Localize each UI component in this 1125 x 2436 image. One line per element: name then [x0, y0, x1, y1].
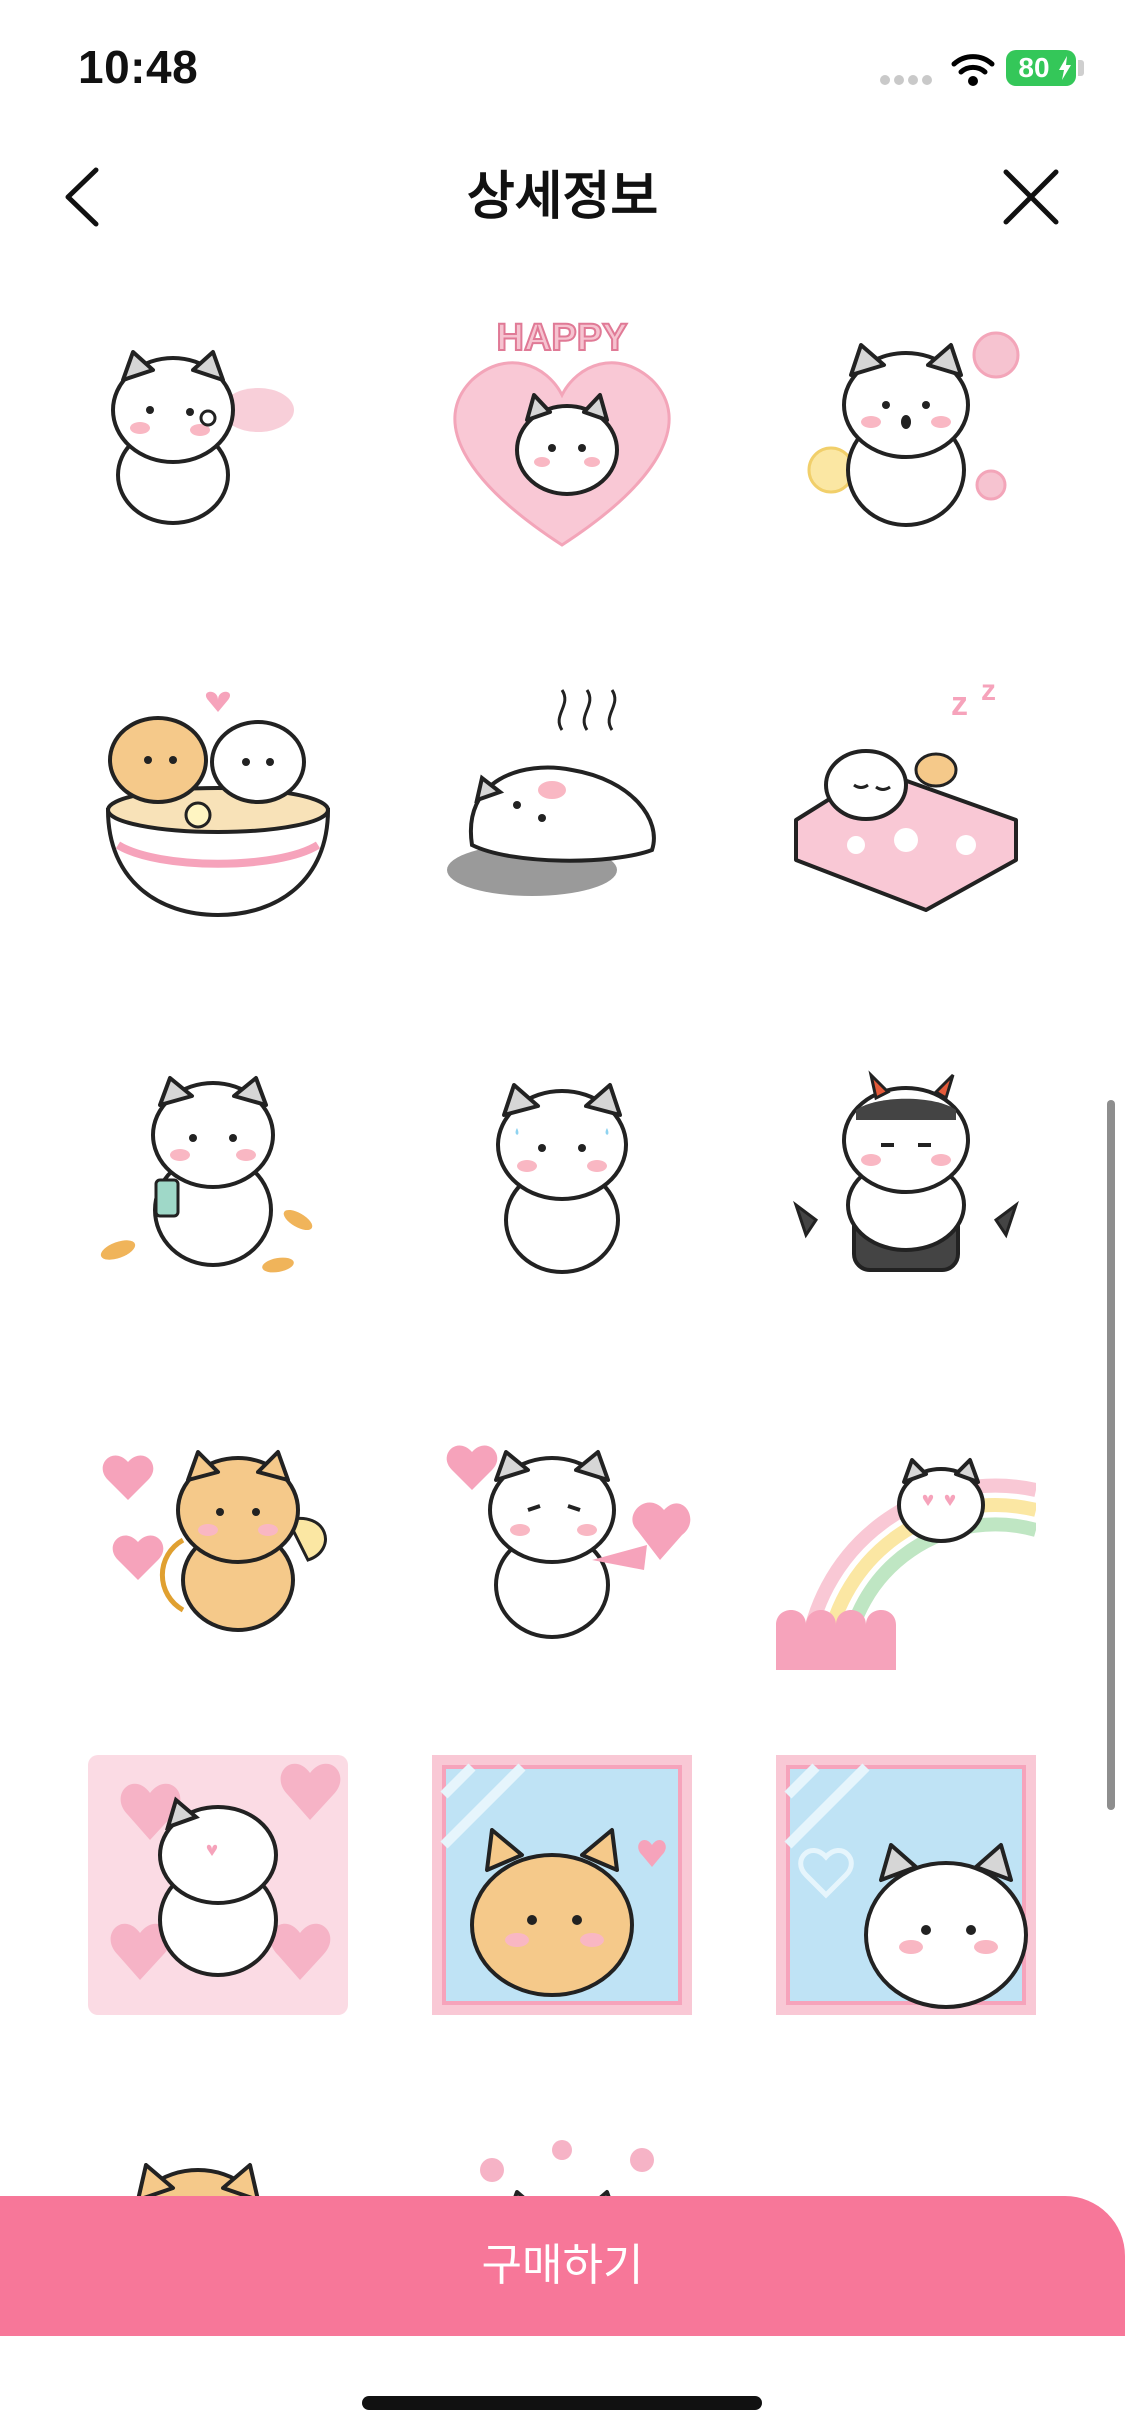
sticker-happy-heart-cat[interactable]: HAPPY: [432, 300, 692, 560]
cellular-signal-icon: [880, 72, 936, 86]
sticker-melting-cat[interactable]: [432, 670, 692, 930]
sticker-orange-cat-window[interactable]: [432, 1755, 692, 2015]
battery-cap: [1078, 60, 1084, 76]
close-button[interactable]: [996, 162, 1066, 232]
charging-bolt-icon: [1059, 56, 1071, 80]
home-indicator[interactable]: [362, 2396, 762, 2410]
sticker-cat-with-phone-leaves[interactable]: [88, 1040, 348, 1300]
sticker-white-cat-window[interactable]: [776, 1755, 1036, 2015]
scrollbar[interactable]: [1107, 1100, 1115, 1810]
status-time: 10:48: [78, 41, 199, 93]
svg-text:z: z: [951, 685, 968, 723]
battery-indicator: 80: [1006, 50, 1076, 86]
sticker-cat-on-rainbow[interactable]: [776, 1410, 1036, 1670]
buy-button[interactable]: 구매하기: [0, 2196, 1125, 2336]
sticker-cat-blowing-bubble[interactable]: [88, 300, 348, 560]
close-icon: [1003, 169, 1059, 225]
navigation-bar: 상세정보: [0, 140, 1125, 252]
wifi-icon: [951, 54, 995, 86]
buy-button-label: 구매하기: [481, 2241, 644, 2290]
sticker-devil-cat[interactable]: [776, 1040, 1036, 1300]
sticker-cats-in-ramen-bowl[interactable]: [88, 670, 348, 930]
status-bar: 10:48 80: [0, 0, 1125, 140]
sticker-cupid-cat[interactable]: [88, 1410, 348, 1670]
sticker-cat-in-hearts[interactable]: [88, 1755, 348, 2015]
svg-text:z: z: [981, 674, 996, 707]
sticker-cat-shooting-hearts[interactable]: [432, 1410, 692, 1670]
sticker-cat-sleeping-in-bed[interactable]: z z: [776, 670, 1036, 930]
sticker-cat-surprised-bubbles[interactable]: [776, 300, 1036, 560]
sticker-nervous-cat[interactable]: [432, 1040, 692, 1300]
happy-text: HAPPY: [497, 317, 628, 359]
battery-level: 80: [1018, 52, 1050, 83]
page-title: 상세정보: [466, 168, 659, 226]
